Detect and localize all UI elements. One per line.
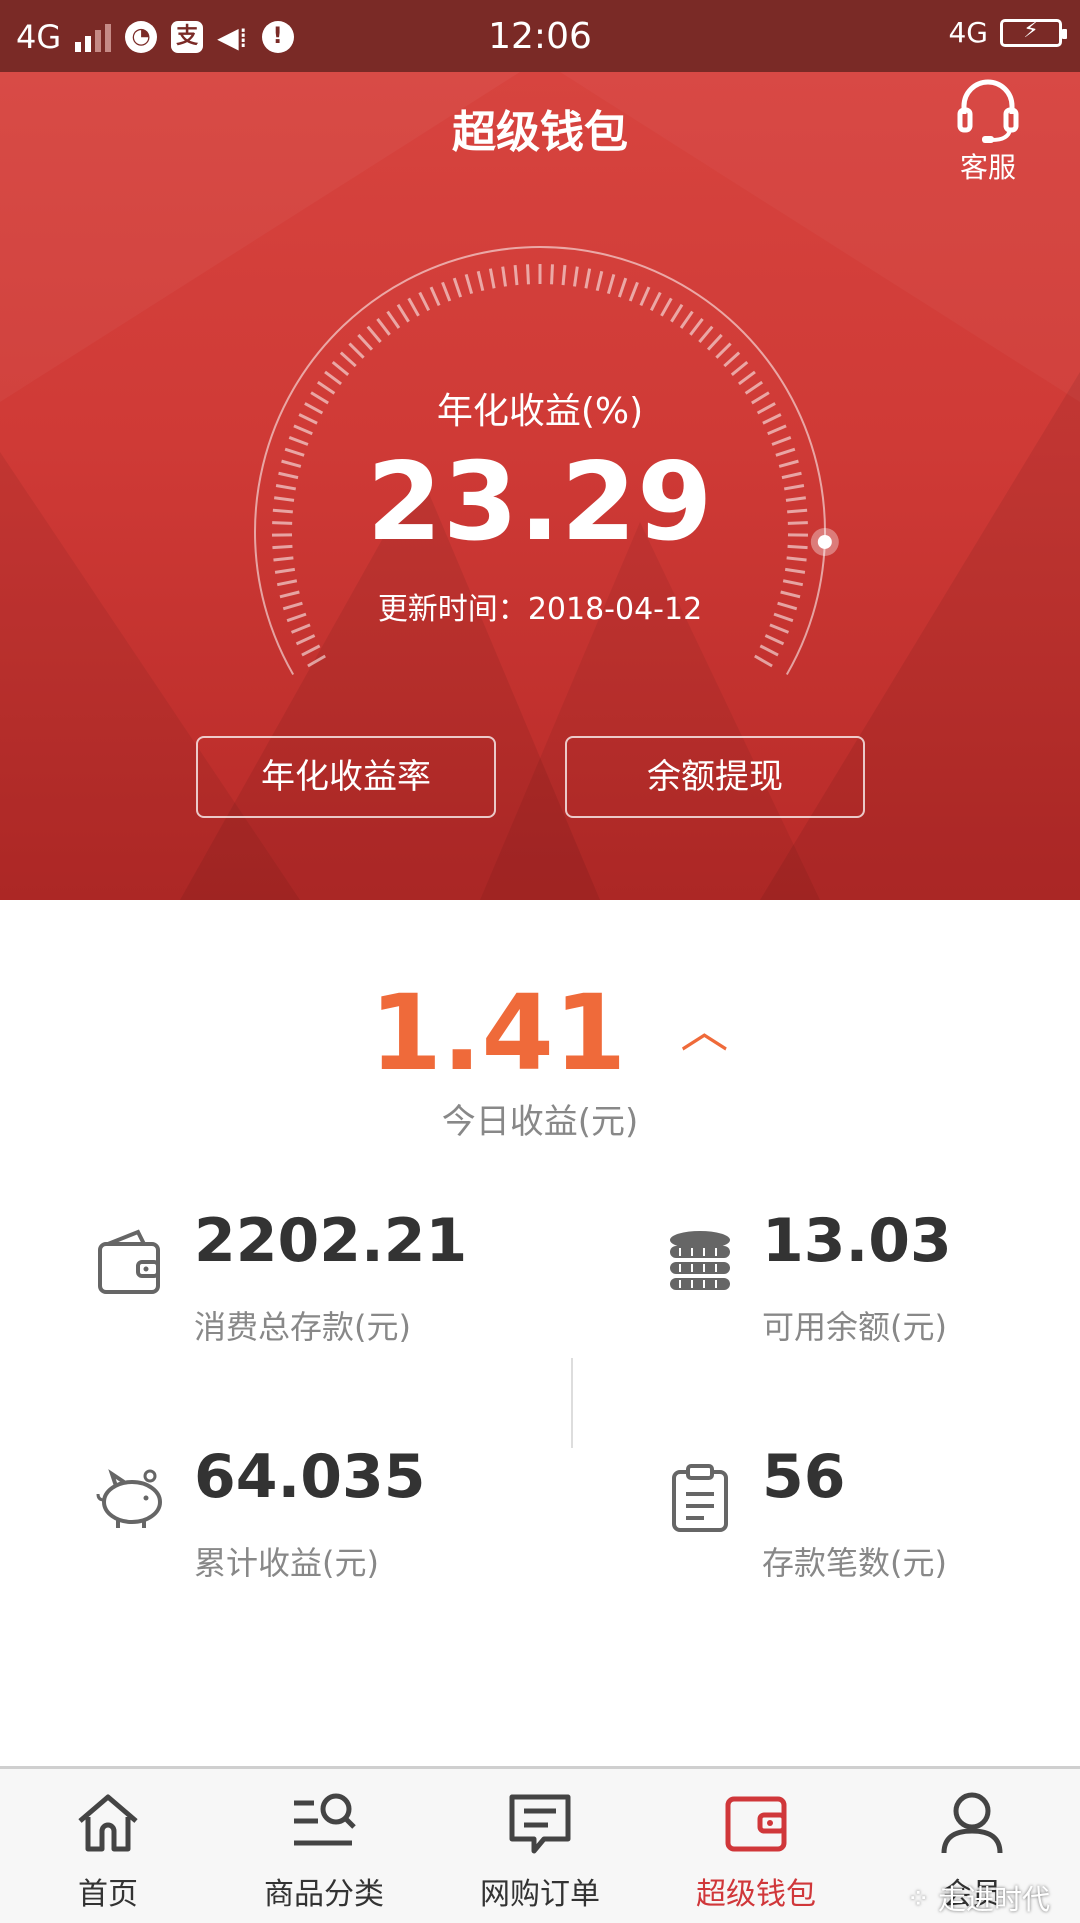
gauge-tick bbox=[454, 278, 460, 297]
withdraw-button[interactable]: 余额提现 bbox=[565, 736, 865, 818]
nav-label: 首页 bbox=[0, 1869, 216, 1913]
gauge-tick bbox=[528, 264, 529, 284]
gauge-tick bbox=[630, 282, 637, 301]
gauge-tick bbox=[690, 319, 702, 335]
update-time-label: 更新时间： bbox=[378, 592, 528, 627]
wechat-icon: ⁘ bbox=[907, 1882, 930, 1915]
update-time: 更新时间：2018-04-12 bbox=[0, 584, 1080, 628]
watermark: ⁘ 走进时代 bbox=[907, 1878, 1050, 1918]
gauge-tick bbox=[333, 362, 348, 375]
clipboard-icon bbox=[662, 1460, 738, 1536]
gauge-tick bbox=[398, 305, 409, 322]
gauge-tick bbox=[716, 344, 730, 358]
status-time: 12:06 bbox=[0, 16, 1080, 57]
home-icon bbox=[72, 1787, 144, 1859]
gauge-tick bbox=[296, 635, 314, 643]
user-icon bbox=[936, 1787, 1008, 1859]
gauge-tick bbox=[575, 267, 578, 287]
today-earnings-number: 1.41 bbox=[370, 972, 627, 1094]
gauge-tick bbox=[349, 344, 363, 358]
stat-value: 2202.21 bbox=[194, 1206, 467, 1276]
gauge-tick bbox=[619, 278, 625, 297]
annual-yield-value: 23.29 bbox=[0, 440, 1080, 565]
gauge-tick bbox=[681, 312, 692, 328]
gauge-tick bbox=[724, 353, 739, 366]
gauge-tick bbox=[377, 319, 389, 335]
gauge-tick bbox=[671, 305, 682, 322]
gauge-tick bbox=[515, 265, 517, 285]
gauge-tick bbox=[552, 264, 553, 284]
wallet-hero: 超级钱包 客服 年化收益(%) 23.29 更新时间：2018-04-12 年化… bbox=[0, 72, 1080, 900]
nav-item-super-wallet[interactable]: 超级钱包 bbox=[648, 1769, 864, 1923]
nav-label: 超级钱包 bbox=[648, 1869, 864, 1913]
gauge-tick bbox=[586, 269, 590, 289]
stat-label: 可用余额(元) bbox=[762, 1302, 947, 1348]
gauge-tick bbox=[765, 635, 783, 643]
order-icon bbox=[504, 1787, 576, 1859]
nav-label: 商品分类 bbox=[216, 1869, 432, 1913]
gauge-tick bbox=[368, 327, 381, 342]
wallet-icon bbox=[720, 1787, 792, 1859]
gauge-tick bbox=[443, 282, 450, 301]
gauge-tick bbox=[490, 269, 494, 289]
stat-label: 消费总存款(元) bbox=[194, 1302, 411, 1348]
status-bar: 4G ◔ 支 ◀⁞ ! 12:06 4G ⚡ bbox=[0, 0, 1080, 72]
nav-label: 网购订单 bbox=[432, 1869, 648, 1913]
gauge-tick bbox=[466, 274, 472, 293]
gauge-tick bbox=[302, 646, 320, 655]
gauge-tick bbox=[431, 287, 439, 305]
nav-item-categories[interactable]: 商品分类 bbox=[216, 1769, 432, 1923]
status-right: 4G ⚡ bbox=[948, 16, 1062, 49]
gauge-tick bbox=[785, 569, 805, 572]
watermark-text: 走进时代 bbox=[938, 1878, 1050, 1918]
nav-item-orders[interactable]: 网购订单 bbox=[432, 1769, 648, 1923]
gauge-tick bbox=[755, 656, 772, 666]
gauge-tick bbox=[563, 265, 565, 285]
gauge-tick bbox=[608, 274, 614, 293]
coins-icon bbox=[662, 1224, 738, 1300]
stat-label: 累计收益(元) bbox=[194, 1538, 379, 1584]
gauge-tick bbox=[341, 353, 356, 366]
gauge-tick bbox=[388, 312, 399, 328]
gauge-tick bbox=[661, 298, 671, 315]
gauge-tick bbox=[358, 335, 372, 350]
stats-divider bbox=[571, 1358, 573, 1448]
gauge-tick bbox=[597, 271, 602, 290]
gauge-tick bbox=[409, 298, 419, 315]
update-time-date: 2018-04-12 bbox=[528, 592, 702, 627]
today-earnings-value: 1.41 ︿ bbox=[0, 972, 1080, 1094]
gauge-tick bbox=[651, 293, 660, 311]
gauge-tick bbox=[760, 646, 778, 655]
annual-yield-label: 年化收益(%) bbox=[0, 382, 1080, 434]
today-earnings-label: 今日收益(元) bbox=[0, 1094, 1080, 1143]
gauge-tick bbox=[420, 293, 429, 311]
annual-rate-button[interactable]: 年化收益率 bbox=[196, 736, 496, 818]
gauge-tick bbox=[275, 569, 295, 572]
stat-value: 64.035 bbox=[194, 1442, 426, 1512]
gauge-tick bbox=[708, 335, 722, 350]
nav-item-home[interactable]: 首页 bbox=[0, 1769, 216, 1923]
gauge-tick bbox=[699, 327, 712, 342]
wallet-icon bbox=[94, 1224, 170, 1300]
stat-label: 存款笔数(元) bbox=[762, 1538, 947, 1584]
battery-charging-icon: ⚡ bbox=[1000, 19, 1062, 47]
stat-value: 56 bbox=[762, 1442, 846, 1512]
gauge-tick bbox=[308, 656, 325, 666]
gauge-tick bbox=[732, 362, 747, 375]
network-type-right: 4G bbox=[948, 16, 988, 49]
piggy-bank-icon bbox=[94, 1460, 170, 1536]
category-search-icon bbox=[288, 1787, 360, 1859]
gauge-tick bbox=[478, 271, 483, 290]
chevron-up-icon[interactable]: ︿ bbox=[680, 1003, 728, 1059]
gauge-tick bbox=[641, 287, 649, 305]
stat-value: 13.03 bbox=[762, 1206, 952, 1276]
gauge-tick bbox=[503, 267, 506, 287]
